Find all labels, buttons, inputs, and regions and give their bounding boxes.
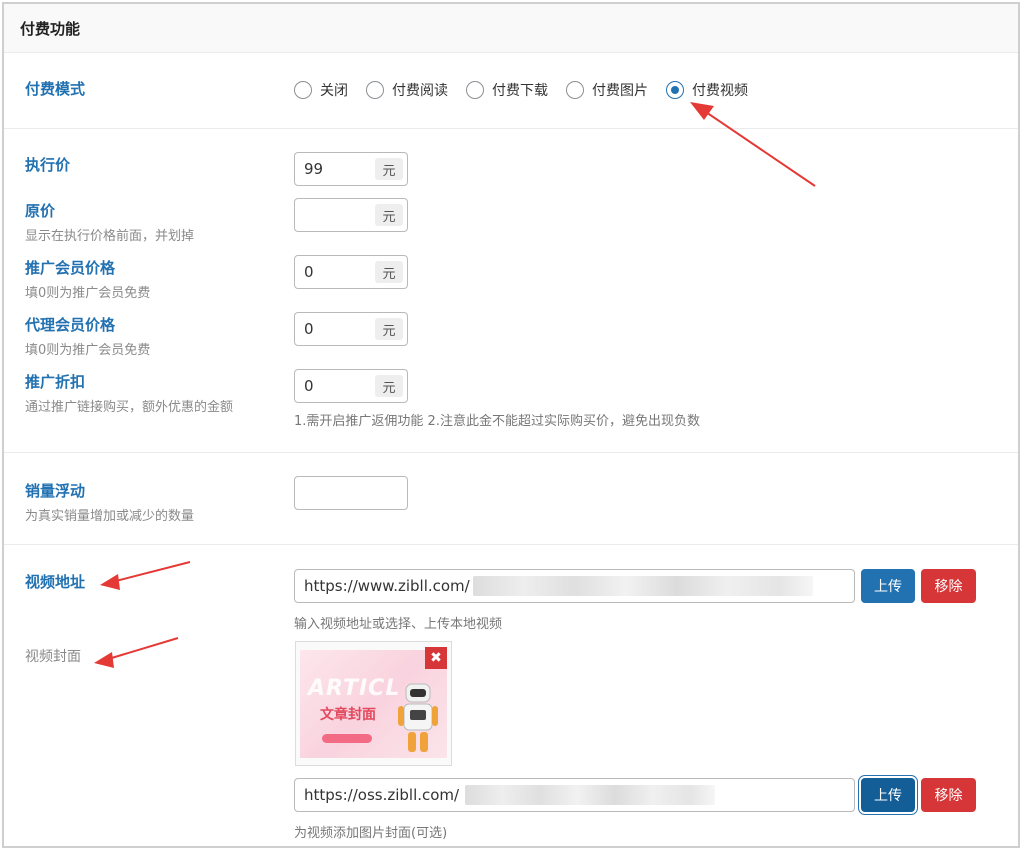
arrow-icon [104,637,179,661]
arrow-head-icon [100,574,120,590]
annotation-arrows [94,102,816,668]
arrow-icon [699,107,816,187]
arrow-head-icon [94,652,114,668]
arrow-head-icon [690,102,714,120]
arrow-icon [111,561,191,583]
